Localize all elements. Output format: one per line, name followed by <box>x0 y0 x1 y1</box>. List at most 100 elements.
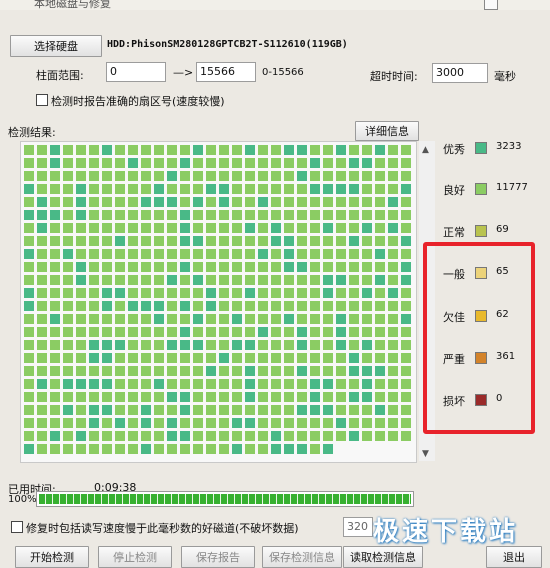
block-cell <box>37 353 47 363</box>
start-check-button[interactable]: 开始检测 <box>15 546 89 568</box>
block-cell <box>375 262 385 272</box>
repair-threshold-input[interactable]: 320 <box>343 517 373 537</box>
block-cell <box>349 288 359 298</box>
block-cell <box>219 340 229 350</box>
block-cell <box>271 184 281 194</box>
block-cell <box>141 275 151 285</box>
stop-check-button[interactable]: 停止检测 <box>98 546 172 568</box>
block-cell <box>141 340 151 350</box>
block-cell <box>362 288 372 298</box>
block-cell <box>128 366 138 376</box>
block-cell <box>50 327 60 337</box>
timeout-input[interactable]: 3000 <box>432 63 488 83</box>
block-cell <box>115 288 125 298</box>
block-cell <box>89 327 99 337</box>
block-cell <box>102 431 112 441</box>
save-check-info-button[interactable]: 保存检测信息 <box>262 546 342 568</box>
block-cell <box>323 275 333 285</box>
block-cell <box>115 366 125 376</box>
block-cell <box>193 353 203 363</box>
legend-label: 优秀 <box>443 143 465 156</box>
block-cell <box>141 301 151 311</box>
block-cell <box>219 431 229 441</box>
scroll-up-icon[interactable]: ▲ <box>422 145 429 155</box>
detail-info-button[interactable]: 详细信息 <box>355 121 419 141</box>
exit-button[interactable]: 退出 <box>486 546 542 568</box>
block-cell <box>323 353 333 363</box>
block-cell <box>102 444 112 454</box>
block-cell <box>193 418 203 428</box>
block-cell <box>180 249 190 259</box>
block-cell <box>102 223 112 233</box>
block-cell <box>76 223 86 233</box>
block-cell <box>232 366 242 376</box>
block-cell <box>206 223 216 233</box>
block-cell <box>375 197 385 207</box>
drive-name: HDD:PhisonSM280128GPTCB2T-S112610(119GB) <box>107 39 348 50</box>
block-cell <box>193 184 203 194</box>
block-cell <box>206 145 216 155</box>
block-cell <box>63 184 73 194</box>
block-cell <box>284 288 294 298</box>
block-cell <box>115 444 125 454</box>
block-cell <box>336 418 346 428</box>
legend-count: 3233 <box>496 141 522 152</box>
block-cell <box>76 301 86 311</box>
block-cell <box>297 353 307 363</box>
block-cell <box>219 405 229 415</box>
block-cell <box>349 418 359 428</box>
block-cell <box>375 301 385 311</box>
block-cell <box>24 275 34 285</box>
block-cell <box>388 171 398 181</box>
report-sector-checkbox[interactable] <box>36 94 48 106</box>
block-cell <box>128 145 138 155</box>
block-cell <box>193 301 203 311</box>
report-sector-label: 检测时报告准确的扇区号(速度较慢) <box>51 95 225 108</box>
block-cell <box>37 171 47 181</box>
repair-checkbox[interactable] <box>11 521 23 533</box>
block-cell <box>271 301 281 311</box>
block-cell <box>323 340 333 350</box>
maximize-icon[interactable] <box>484 0 498 10</box>
block-cell <box>297 405 307 415</box>
load-check-info-button[interactable]: 读取检测信息 <box>343 546 423 568</box>
block-cell <box>336 301 346 311</box>
block-cell <box>50 444 60 454</box>
legend-swatch <box>475 225 487 237</box>
block-cell <box>193 431 203 441</box>
block-cell <box>206 340 216 350</box>
block-cell <box>310 145 320 155</box>
block-cell <box>180 184 190 194</box>
block-cell <box>245 379 255 389</box>
block-cell <box>271 171 281 181</box>
block-cell <box>63 392 73 402</box>
block-cell <box>375 210 385 220</box>
block-cell <box>258 340 268 350</box>
block-cell <box>271 145 281 155</box>
block-cell <box>245 249 255 259</box>
block-cell <box>310 340 320 350</box>
block-cell <box>24 379 34 389</box>
watermark-text: 极速下载站 <box>373 517 519 547</box>
block-cell <box>193 340 203 350</box>
block-cell <box>362 340 372 350</box>
block-cell <box>76 418 86 428</box>
block-cell <box>128 262 138 272</box>
block-cell <box>102 288 112 298</box>
select-drive-button[interactable]: 选择硬盘 <box>10 35 102 57</box>
block-cell <box>310 275 320 285</box>
block-cell <box>271 210 281 220</box>
block-cell <box>154 197 164 207</box>
block-cell <box>102 327 112 337</box>
block-cell <box>271 353 281 363</box>
range-start-input[interactable]: 0 <box>106 62 166 82</box>
block-cell <box>37 444 47 454</box>
block-cell <box>219 301 229 311</box>
save-report-button[interactable]: 保存报告 <box>181 546 255 568</box>
block-cell <box>37 288 47 298</box>
block-cell <box>24 301 34 311</box>
range-end-input[interactable]: 15566 <box>196 62 256 82</box>
block-cell <box>232 340 242 350</box>
block-cell <box>375 327 385 337</box>
scroll-down-icon[interactable]: ▼ <box>422 449 429 459</box>
